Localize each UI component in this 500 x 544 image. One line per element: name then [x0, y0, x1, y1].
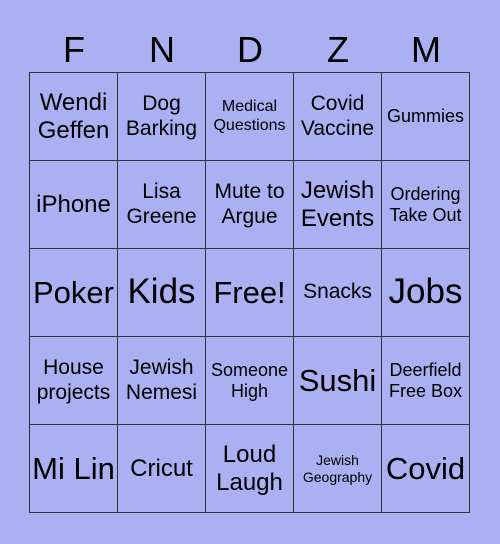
bingo-cell[interactable]: iPhone — [29, 160, 118, 249]
bingo-cell[interactable]: Snacks — [293, 248, 382, 337]
bingo-cell[interactable]: Poker — [29, 248, 118, 337]
header-letter: D — [237, 29, 263, 70]
header-letter: F — [63, 29, 85, 70]
bingo-cell[interactable]: Lisa Greene — [117, 160, 206, 249]
free-space[interactable]: Free! — [205, 248, 294, 337]
bingo-cell[interactable]: Gummies — [381, 72, 470, 161]
bingo-cell[interactable]: Covid Vaccine — [293, 72, 382, 161]
grid-row: House projects Jewish Nemesi Someone Hig… — [29, 336, 470, 425]
bingo-cell[interactable]: Jewish Nemesi — [117, 336, 206, 425]
bingo-cell[interactable]: Mi Lin — [29, 424, 118, 513]
bingo-cell[interactable]: Jobs — [381, 248, 470, 337]
bingo-cell[interactable]: Mute to Argue — [205, 160, 294, 249]
header-letter: M — [411, 29, 441, 70]
bingo-cell[interactable]: Dog Barking — [117, 72, 206, 161]
grid-row: iPhone Lisa Greene Mute to Argue Jewish … — [29, 160, 470, 249]
grid-row: Mi Lin Cricut Loud Laugh Jewish Geograph… — [29, 424, 470, 513]
bingo-cell[interactable]: Sushi — [293, 336, 382, 425]
bingo-cell[interactable]: Kids — [117, 248, 206, 337]
grid-row: Wendi Geffen Dog Barking Medical Questio… — [29, 72, 470, 161]
header-letter: Z — [327, 29, 349, 70]
bingo-cell[interactable]: Cricut — [117, 424, 206, 513]
bingo-cell[interactable]: Loud Laugh — [205, 424, 294, 513]
bingo-cell[interactable]: Jewish Geography — [293, 424, 382, 513]
bingo-cell[interactable]: Medical Questions — [205, 72, 294, 161]
bingo-cell[interactable]: Covid — [381, 424, 470, 513]
header-letter: N — [149, 29, 175, 70]
bingo-cell[interactable]: House projects — [29, 336, 118, 425]
bingo-header: F N D Z M — [30, 28, 470, 72]
bingo-cell[interactable]: Jewish Events — [293, 160, 382, 249]
bingo-cell[interactable]: Wendi Geffen — [29, 72, 118, 161]
grid-row: Poker Kids Free! Snacks Jobs — [29, 248, 470, 337]
bingo-grid: Wendi Geffen Dog Barking Medical Questio… — [29, 72, 470, 513]
bingo-cell[interactable]: Someone High — [205, 336, 294, 425]
bingo-cell[interactable]: Deerfield Free Box — [381, 336, 470, 425]
bingo-cell[interactable]: Ordering Take Out — [381, 160, 470, 249]
